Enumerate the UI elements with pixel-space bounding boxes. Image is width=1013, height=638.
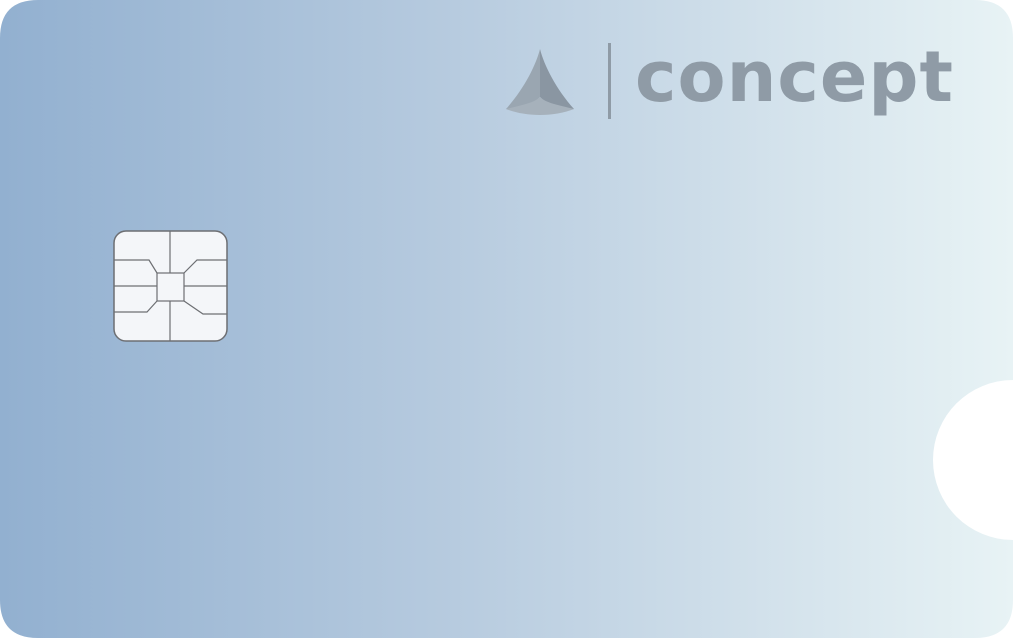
emv-chip-icon [113, 230, 228, 342]
logo-divider [608, 43, 611, 119]
payment-card: concept [0, 0, 1013, 638]
tri-blade-logo-icon [506, 49, 574, 115]
brand-name: concept [635, 36, 954, 118]
brand-logo: concept [500, 36, 954, 126]
